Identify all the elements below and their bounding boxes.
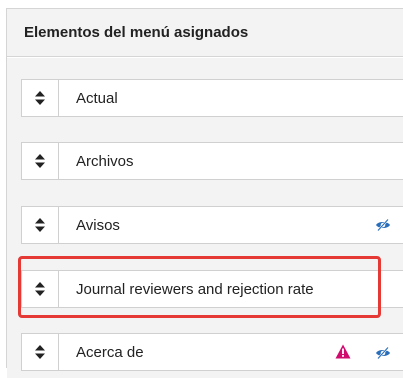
menu-item-actual[interactable]: Actual xyxy=(21,79,403,117)
menu-item-label: Avisos xyxy=(76,216,120,234)
panel-title: Elementos del menú asignados xyxy=(7,9,403,57)
eye-slash-icon xyxy=(375,346,391,365)
assigned-menu-items-panel: Elementos del menú asignados Actual Arch… xyxy=(6,8,403,378)
menu-item-label: Archivos xyxy=(76,152,134,170)
drag-handle-icon[interactable] xyxy=(22,334,59,370)
drag-handle-icon[interactable] xyxy=(22,143,59,179)
menu-item-label: Journal reviewers and rejection rate xyxy=(76,280,314,298)
menu-item-journal-reviewers[interactable]: Journal reviewers and rejection rate xyxy=(21,270,403,308)
menu-item-avisos[interactable]: Avisos xyxy=(21,206,403,244)
menu-item-label: Actual xyxy=(76,89,118,107)
drag-handle-icon[interactable] xyxy=(22,271,59,307)
menu-items-list: Actual Archivos Avisos Journal reviewers… xyxy=(7,58,403,378)
menu-item-acerca-de[interactable]: Acerca de xyxy=(21,333,403,371)
drag-handle-icon[interactable] xyxy=(22,80,59,116)
menu-item-archivos[interactable]: Archivos xyxy=(21,142,403,180)
warning-icon xyxy=(335,344,351,364)
eye-slash-icon xyxy=(375,218,391,237)
drag-handle-icon[interactable] xyxy=(22,207,59,243)
